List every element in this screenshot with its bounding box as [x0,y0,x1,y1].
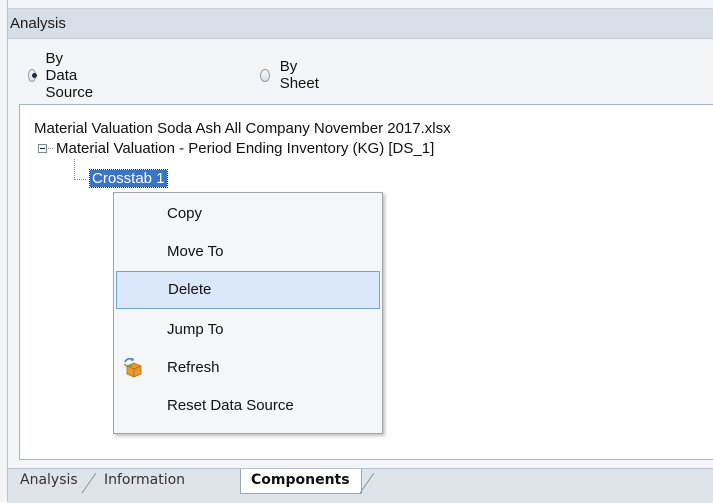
context-menu: Copy Move To Delete Jump To Refresh Rese… [113,192,383,434]
collapse-icon[interactable] [38,144,47,153]
radio-selected-icon[interactable] [28,68,37,82]
tab-label: Analysis [20,472,78,488]
refresh-cube-icon [123,357,142,378]
tab-label: Information [104,472,186,488]
tab-divider [360,472,375,493]
tab-components[interactable]: Components [240,469,362,494]
by-data-source-radio[interactable]: By Data Source [28,50,99,101]
menu-item-delete[interactable]: Delete [116,271,380,309]
tree-node-data-source[interactable]: Material Valuation - Period Ending Inven… [56,140,434,157]
tab-label: Components [251,472,350,488]
by-sheet-radio[interactable]: By Sheet [260,58,322,92]
tree-connector [74,159,75,180]
tree-node-workbook[interactable]: Material Valuation Soda Ash All Company … [34,120,451,137]
menu-item-reset-data-source[interactable]: Reset Data Source [114,387,380,425]
bottom-tab-strip: Analysis Information Components [8,468,713,503]
menu-item-label: Delete [168,281,212,298]
menu-item-copy[interactable]: Copy [114,195,380,233]
tab-analysis[interactable]: Analysis [12,469,82,493]
panel-title: Analysis [10,15,66,32]
by-data-source-label[interactable]: By Data Source [46,50,99,101]
tree-connector [74,179,86,180]
menu-item-label: Copy [167,205,203,222]
panel-header: Analysis [8,8,713,39]
radio-unselected-icon[interactable] [260,68,270,82]
menu-item-jump-to[interactable]: Jump To [114,311,380,349]
splitter-handle[interactable] [0,42,8,62]
tree-connector [48,148,53,149]
menu-item-label: Jump To [167,321,224,338]
menu-item-label: Move To [167,243,224,260]
tree-node-crosstab[interactable]: Crosstab 1 [89,169,168,188]
menu-item-move-to[interactable]: Move To [114,233,380,271]
menu-item-label: Refresh [167,359,220,376]
window-border [7,0,8,502]
menu-item-refresh[interactable]: Refresh [114,349,380,387]
menu-item-label: Reset Data Source [167,397,294,414]
analysis-panel-window: Analysis By Data Source By Sheet Materia… [0,0,713,503]
by-sheet-label[interactable]: By Sheet [280,58,323,92]
tab-information[interactable]: Information [96,469,214,493]
